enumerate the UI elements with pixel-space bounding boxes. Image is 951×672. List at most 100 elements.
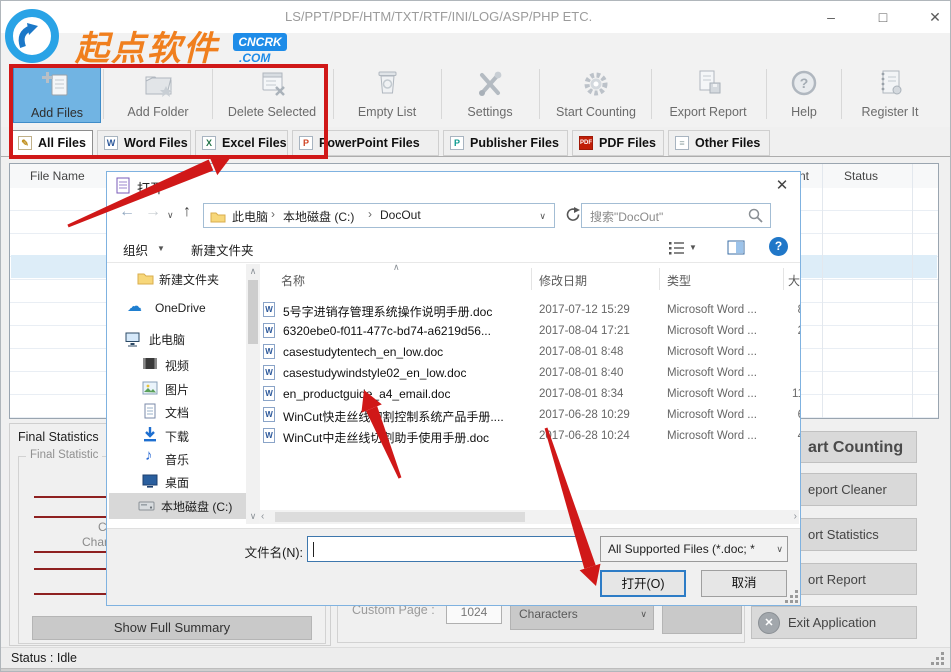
help-circle-icon[interactable]: ? (769, 237, 788, 256)
word-doc-icon: W (263, 302, 275, 317)
column-divider[interactable] (531, 268, 532, 290)
views-icon[interactable] (669, 241, 685, 255)
dialog-close-icon[interactable]: ✕ (769, 176, 795, 196)
word-doc-icon: W (263, 365, 275, 380)
file-row[interactable]: W en_productguide_a4_email.doc 2017-08-0… (259, 384, 800, 405)
file-row[interactable]: W WinCut中走丝线切割助手使用手册.doc 2017-06-28 10:2… (259, 426, 800, 447)
scroll-down-icon[interactable]: ∨ (246, 511, 260, 522)
col-size[interactable]: 大小 (788, 272, 800, 289)
downloads-icon (144, 427, 156, 442)
col-file-name: File Name (30, 169, 85, 183)
text-cursor (313, 542, 314, 557)
close-button[interactable]: ✕ (918, 5, 950, 29)
tab-other-files[interactable]: ≡ Other Files (668, 130, 770, 156)
toolbar-separator (841, 69, 842, 119)
minimize-button[interactable]: – (814, 5, 848, 29)
maximize-button[interactable]: □ (866, 5, 900, 29)
file-row[interactable]: W WinCut快走丝线切割控制系统产品手册.... 2017-06-28 10… (259, 405, 800, 426)
chevron-down-icon: ∨ (640, 609, 647, 619)
dialog-doc-icon (116, 177, 130, 194)
file-row[interactable]: W casestudytentech_en_low.doc 2017-08-01… (259, 342, 800, 363)
file-name: WinCut中走丝线切割助手使用手册.doc (283, 431, 490, 445)
toolbar-separator (651, 69, 652, 119)
word-doc-icon: W (263, 344, 275, 359)
filetype-dropdown[interactable]: All Supported Files (*.doc; * ∨ (600, 536, 788, 562)
report-button[interactable]: ort Report (799, 563, 917, 595)
sidebar-item-new-folder[interactable]: 新建文件夹 (109, 266, 244, 292)
cancel-button[interactable]: 取消 (701, 570, 787, 597)
file-size: 2 (737, 325, 800, 337)
sidebar-item-videos[interactable]: 视频 (109, 352, 244, 378)
column-divider[interactable] (659, 268, 660, 290)
sidebar-item-onedrive[interactable]: ☁ OneDrive (109, 296, 244, 322)
file-row[interactable]: W 5号字进销存管理系统操作说明手册.doc 2017-07-12 15:29 … (259, 300, 800, 321)
show-full-summary-button[interactable]: Show Full Summary (32, 616, 312, 640)
statistics-button[interactable]: ort Statistics (799, 518, 917, 551)
scroll-left-icon[interactable]: ‹ (261, 511, 264, 522)
sidebar-scrollbar[interactable]: ∧ ∨ (246, 264, 260, 524)
empty-list-button[interactable]: Empty List (337, 67, 437, 123)
toolbar-separator (441, 69, 442, 119)
settings-button[interactable]: Settings (445, 67, 535, 123)
filename-input[interactable] (307, 536, 583, 562)
sidebar-item-desktop[interactable]: 桌面 (109, 469, 244, 495)
pdf-files-icon: PDF (579, 136, 593, 150)
register-button[interactable]: Register It (843, 67, 937, 123)
up-icon[interactable]: ↑ (183, 203, 191, 221)
application-window: LS/PPT/PDF/HTM/TXT/RTF/INI/LOG/ASP/PHP E… (0, 0, 951, 672)
file-date: 2017-08-01 8:48 (539, 346, 624, 358)
start-counting-gear-icon (543, 67, 649, 103)
breadcrumb-folder[interactable]: DocOut (380, 208, 421, 222)
breadcrumb-separator: › (271, 207, 275, 221)
empty-list-label: Empty List (357, 105, 417, 119)
sidebar-label: OneDrive (155, 301, 206, 315)
sidebar-label: 下载 (165, 430, 190, 444)
start-counting-big-button[interactable]: art Counting (799, 431, 917, 463)
open-button[interactable]: 打开(O) (600, 570, 686, 597)
preview-pane-icon[interactable] (727, 240, 745, 255)
breadcrumb-drive[interactable]: 本地磁盘 (C:) (283, 208, 354, 225)
new-folder-button[interactable]: 新建文件夹 (191, 240, 254, 259)
tab-publisher-files[interactable]: P Publisher Files (443, 130, 568, 156)
search-icon[interactable] (748, 208, 764, 224)
dialog-resize-grip-icon[interactable] (785, 590, 788, 593)
sidebar-item-this-pc[interactable]: 此电脑 (109, 326, 244, 352)
sidebar-item-local-disk-c[interactable]: 本地磁盘 (C:) (109, 493, 244, 519)
col-type[interactable]: 类型 (667, 272, 691, 289)
forward-icon[interactable]: → (145, 203, 161, 221)
scroll-right-icon[interactable]: › (794, 511, 797, 522)
computer-icon (125, 332, 140, 347)
organize-chevron-icon: ▼ (157, 244, 165, 253)
breadcrumb-root[interactable]: 此电脑 (232, 208, 268, 225)
organize-menu[interactable]: 组织 (123, 240, 148, 259)
report-cleaner-button[interactable]: eport Cleaner (799, 473, 917, 506)
sidebar-item-documents[interactable]: 文档 (109, 399, 244, 425)
help-button[interactable]: ? Help (769, 67, 839, 123)
breadcrumb-chevron-icon[interactable]: ∨ (539, 211, 546, 222)
col-name[interactable]: 名称 (281, 272, 305, 289)
views-chevron-icon[interactable]: ▼ (689, 243, 697, 252)
file-row[interactable]: W casestudywindstyle02_en_low.doc 2017-0… (259, 363, 800, 384)
tab-publisher-files-label: Publisher Files (470, 136, 559, 150)
tab-pdf-files[interactable]: PDF PDF Files (572, 130, 664, 156)
search-box[interactable]: 搜索"DocOut" (581, 203, 771, 228)
file-row[interactable]: W 6320ebe0-f011-477c-bd74-a6219d56... 20… (259, 321, 800, 342)
export-report-button[interactable]: Export Report (653, 67, 763, 123)
col-date[interactable]: 修改日期 (539, 272, 587, 289)
scroll-up-icon[interactable]: ∧ (246, 266, 260, 277)
refresh-icon[interactable] (563, 206, 581, 224)
scrollbar-thumb[interactable] (275, 512, 525, 522)
file-name: casestudywindstyle02_en_low.doc (283, 366, 467, 380)
scrollbar-thumb[interactable] (248, 280, 258, 344)
export-report-label: Export Report (669, 105, 747, 119)
history-chevron-icon[interactable]: ∨ (167, 210, 174, 221)
onedrive-cloud-icon: ☁ (127, 298, 142, 315)
start-counting-button[interactable]: Start Counting (543, 67, 649, 123)
resize-grip-icon[interactable] (931, 652, 934, 655)
breadcrumb[interactable]: 此电脑 › 本地磁盘 (C:) › DocOut ∨ (203, 203, 555, 228)
column-divider[interactable] (783, 268, 784, 290)
toolbar-separator (333, 69, 334, 119)
file-name: WinCut快走丝线切割控制系统产品手册.... (283, 410, 504, 424)
back-icon[interactable]: ← (119, 203, 135, 221)
file-list-hscrollbar[interactable]: ‹ › (259, 510, 799, 524)
